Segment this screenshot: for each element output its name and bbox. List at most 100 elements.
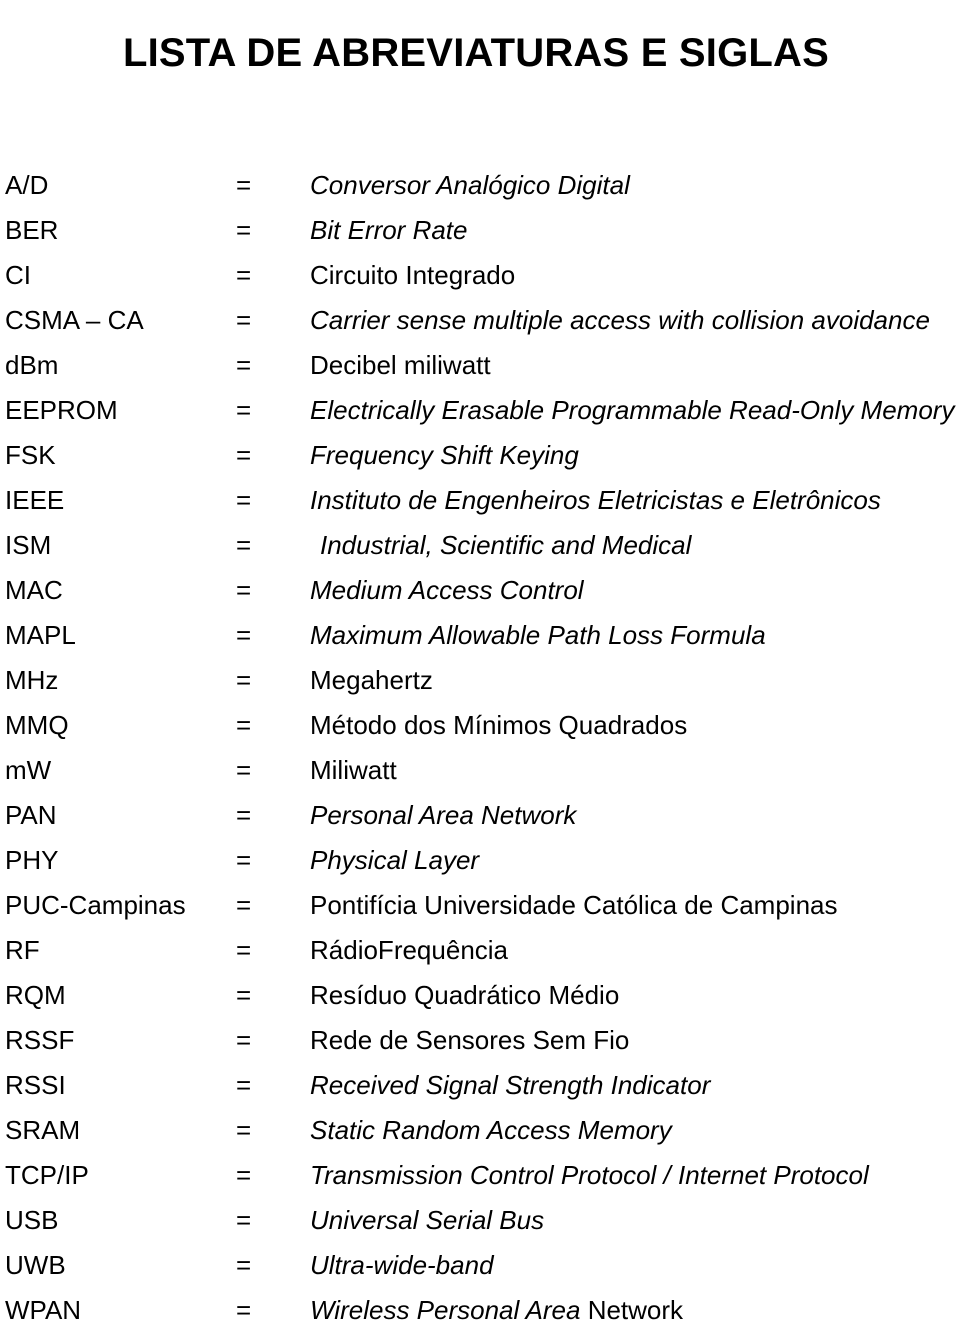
abbreviation-row: FSK = Frequency Shift Keying <box>0 433 960 478</box>
abbreviation-definition: Pontifícia Universidade Católica de Camp… <box>310 890 838 920</box>
abbreviation-definition: Electrically Erasable Programmable Read-… <box>310 395 955 425</box>
equals-sign: = <box>236 845 252 875</box>
abbreviation-definition: Ultra-wide-band <box>310 1250 494 1280</box>
abbreviation-definition: Megahertz <box>310 665 433 695</box>
abbreviation-term: IEEE <box>5 485 65 515</box>
equals-sign: = <box>236 1295 252 1325</box>
abbreviation-row: IEEE = Instituto de Engenheiros Eletricist… <box>0 478 960 523</box>
equals-sign: = <box>236 575 252 605</box>
equals-sign: = <box>236 1115 252 1145</box>
abbreviation-row: RSSI = Received Signal Strength Indicator <box>0 1063 960 1108</box>
abbreviation-term: PHY <box>5 845 59 875</box>
abbreviation-term: USB <box>5 1205 59 1235</box>
definition-italic-part: Wireless Personal Area <box>310 1295 588 1325</box>
abbreviation-row: A/D = Conversor Analógico Digital <box>0 163 960 208</box>
abbreviation-row: dBm = Decibel miliwatt <box>0 343 960 388</box>
abbreviation-list: A/D = Conversor Analógico Digital BER = Bit E… <box>0 163 960 1333</box>
abbreviation-term: MAC <box>5 575 63 605</box>
abbreviation-term: MAPL <box>5 620 76 650</box>
abbreviation-term: A/D <box>5 170 49 200</box>
abbreviation-definition: Medium Access Control <box>310 575 584 605</box>
equals-sign: = <box>236 215 252 245</box>
abbreviation-row: MAPL = Maximum Allowable Path Loss Formula <box>0 613 960 658</box>
equals-sign: = <box>236 710 252 740</box>
abbreviation-row: mW = Miliwatt <box>0 748 960 793</box>
abbreviation-term: EEPROM <box>5 395 118 425</box>
abbreviation-term: RSSI <box>5 1070 66 1100</box>
abbreviation-term: TCP/IP <box>5 1160 89 1190</box>
abbreviation-term: dBm <box>5 350 59 380</box>
abbreviation-definition: Wireless Personal Area Network <box>310 1288 683 1333</box>
abbreviation-definition: Universal Serial Bus <box>310 1205 545 1235</box>
abbreviation-definition: Decibel miliwatt <box>310 350 491 380</box>
abbreviation-definition: Maximum Allowable Path Loss Formula <box>310 620 766 650</box>
definition-roman-part: Network <box>587 1295 684 1325</box>
abbreviation-definition: Static Random Access Memory <box>310 1115 672 1145</box>
abbreviation-definition: Frequency Shift Keying <box>310 440 579 470</box>
equals-sign: = <box>236 800 252 830</box>
equals-sign: = <box>236 620 252 650</box>
abbreviation-row: UWB = Ultra-wide-band <box>0 1243 960 1288</box>
abbreviation-term: RQM <box>5 980 66 1010</box>
abbreviation-row: ISM = Industrial, Scientific and Medical <box>0 523 960 568</box>
abbreviation-row: RQM = Resíduo Quadrático Médio <box>0 973 960 1018</box>
abbreviation-definition: Industrial, Scientific and Medical <box>320 530 692 560</box>
abbreviation-row: RF = RádioFrequência <box>0 928 960 973</box>
abbreviation-definition: Resíduo Quadrático Médio <box>310 980 620 1010</box>
abbreviation-row: PAN = Personal Area Network <box>0 793 960 838</box>
abbreviation-row: MAC = Medium Access Control <box>0 568 960 613</box>
abbreviation-row: CI = Circuito Integrado <box>0 253 960 298</box>
abbreviation-row: MHz = Megahertz <box>0 658 960 703</box>
abbreviation-term: RF <box>5 935 40 965</box>
abbreviation-row: MMQ = Método dos Mínimos Quadrados <box>0 703 960 748</box>
abbreviation-definition: Conversor Analógico Digital <box>310 170 630 200</box>
abbreviation-row: USB = Universal Serial Bus <box>0 1198 960 1243</box>
abbreviation-definition: Instituto de Engenheiros Eletricistas e … <box>310 485 881 515</box>
equals-sign: = <box>236 530 252 560</box>
abbreviation-row: RSSF = Rede de Sensores Sem Fio <box>0 1018 960 1063</box>
document-page: LISTA DE ABREVIATURAS E SIGLAS A/D = Conve… <box>0 0 960 1325</box>
equals-sign: = <box>236 260 252 290</box>
equals-sign: = <box>236 485 252 515</box>
abbreviation-definition: Método dos Mínimos Quadrados <box>310 710 688 740</box>
equals-sign: = <box>236 980 252 1010</box>
abbreviation-definition: Circuito Integrado <box>310 260 516 290</box>
equals-sign: = <box>236 755 252 785</box>
equals-sign: = <box>236 1070 252 1100</box>
abbreviation-term: SRAM <box>5 1115 81 1145</box>
abbreviation-definition: Rede de Sensores Sem Fio <box>310 1025 630 1055</box>
abbreviation-definition: Bit Error Rate <box>310 215 468 245</box>
abbreviation-term: MHz <box>5 665 59 695</box>
abbreviation-row: BER = Bit Error Rate <box>0 208 960 253</box>
abbreviation-row: PUC-Campinas = Pontifícia Universidade Cat… <box>0 883 960 928</box>
equals-sign: = <box>236 1160 252 1190</box>
abbreviation-definition: Received Signal Strength Indicator <box>310 1070 711 1100</box>
equals-sign: = <box>236 890 252 920</box>
abbreviation-term: RSSF <box>5 1025 75 1055</box>
abbreviation-row: CSMA – CA = Carrier sense multiple access … <box>0 298 960 343</box>
abbreviation-term: PAN <box>5 800 57 830</box>
equals-sign: = <box>236 305 252 335</box>
equals-sign: = <box>236 350 252 380</box>
abbreviation-definition: Personal Area Network <box>310 800 577 830</box>
page-title: LISTA DE ABREVIATURAS E SIGLAS <box>122 30 830 75</box>
equals-sign: = <box>236 1205 252 1235</box>
abbreviation-term: FSK <box>5 440 56 470</box>
abbreviation-term: WPAN <box>5 1295 82 1325</box>
abbreviation-definition: Miliwatt <box>310 755 397 785</box>
abbreviation-term: mW <box>5 755 52 785</box>
equals-sign: = <box>236 935 252 965</box>
abbreviation-definition: RádioFrequência <box>310 935 509 965</box>
abbreviation-row: PHY = Physical Layer <box>0 838 960 883</box>
abbreviation-term: BER <box>5 215 59 245</box>
abbreviation-term: CI <box>5 260 31 290</box>
abbreviation-term: CSMA – CA <box>5 305 144 335</box>
abbreviation-definition: Physical Layer <box>310 845 480 875</box>
abbreviation-row: WPAN = Wireless Personal Area Network <box>0 1288 960 1333</box>
equals-sign: = <box>236 1250 252 1280</box>
abbreviation-term: ISM <box>5 530 52 560</box>
equals-sign: = <box>236 440 252 470</box>
abbreviation-term: MMQ <box>5 710 69 740</box>
equals-sign: = <box>236 1025 252 1055</box>
equals-sign: = <box>236 665 252 695</box>
